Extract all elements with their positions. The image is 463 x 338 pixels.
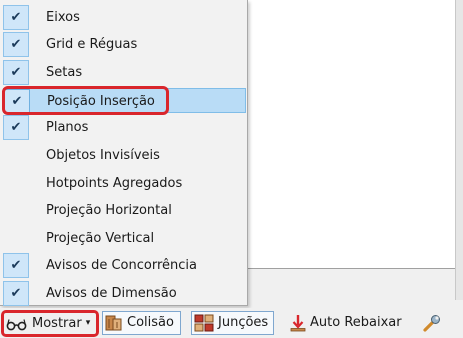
down-arrow-icon bbox=[290, 314, 306, 332]
highlight-annotation-box bbox=[2, 86, 169, 115]
menu-item-label: Avisos de Concorrência bbox=[46, 258, 197, 273]
menu-item-avisos-de-dimensao[interactable]: ✔ Avisos de Dimensão bbox=[3, 281, 246, 306]
menu-item-projecao-horizontal[interactable]: Projeção Horizontal bbox=[3, 198, 246, 223]
background-panel bbox=[245, 0, 457, 269]
menu-item-eixos[interactable]: ✔ Eixos bbox=[3, 5, 246, 30]
mostrar-dropdown-button[interactable]: Mostrar ▾ bbox=[1, 310, 99, 337]
menu-item-label: Planos bbox=[46, 120, 89, 135]
check-icon: ✔ bbox=[3, 5, 29, 30]
menu-item-label: Objetos Invisíveis bbox=[46, 148, 160, 163]
auto-rebaixar-button[interactable]: Auto Rebaixar bbox=[288, 311, 410, 335]
menu-item-label: Setas bbox=[46, 65, 83, 80]
menu-item-grid-e-reguas[interactable]: ✔ Grid e Réguas bbox=[3, 32, 246, 57]
check-icon: ✔ bbox=[3, 60, 29, 85]
menu-item-label: Eixos bbox=[46, 10, 80, 25]
wrench-icon bbox=[422, 313, 442, 333]
chevron-down-icon: ▾ bbox=[85, 318, 91, 328]
tool-button[interactable] bbox=[419, 311, 445, 335]
collision-icon bbox=[105, 314, 123, 332]
menu-item-avisos-de-concorrencia[interactable]: ✔ Avisos de Concorrência bbox=[3, 253, 246, 278]
check-icon: ✔ bbox=[3, 281, 29, 306]
menu-item-setas[interactable]: ✔ Setas bbox=[3, 60, 246, 85]
menu-item-objetos-invisiveis[interactable]: Objetos Invisíveis bbox=[3, 143, 246, 168]
mostrar-popup-menu: ✔ Eixos ✔ Grid e Réguas ✔ Setas ✔ Posiçã… bbox=[0, 0, 248, 306]
colisao-label: Colisão bbox=[127, 315, 174, 330]
menu-item-planos[interactable]: ✔ Planos bbox=[3, 115, 246, 140]
menu-item-label: Projeção Horizontal bbox=[46, 203, 172, 218]
vertical-scrollbar[interactable] bbox=[455, 0, 463, 300]
juncoes-button[interactable]: Junções bbox=[191, 311, 274, 335]
mostrar-label: Mostrar bbox=[32, 315, 82, 331]
junctions-icon bbox=[194, 314, 214, 332]
menu-item-label: Grid e Réguas bbox=[46, 37, 138, 52]
menu-item-hotpoints-agregados[interactable]: Hotpoints Agregados bbox=[3, 171, 246, 196]
bottom-toolbar: Mostrar ▾ Colisão Junções Auto Rebaixar bbox=[0, 308, 463, 338]
check-icon: ✔ bbox=[3, 253, 29, 278]
menu-item-label: Avisos de Dimensão bbox=[46, 286, 177, 301]
check-icon: ✔ bbox=[3, 115, 29, 140]
juncoes-label: Junções bbox=[218, 315, 269, 330]
menu-item-projecao-vertical[interactable]: Projeção Vertical bbox=[3, 226, 246, 251]
menu-item-label: Projeção Vertical bbox=[46, 231, 155, 246]
glasses-icon bbox=[6, 317, 28, 331]
check-icon: ✔ bbox=[3, 32, 29, 57]
colisao-button[interactable]: Colisão bbox=[102, 311, 181, 335]
menu-item-label: Hotpoints Agregados bbox=[46, 176, 183, 191]
auto-rebaixar-label: Auto Rebaixar bbox=[310, 315, 402, 330]
